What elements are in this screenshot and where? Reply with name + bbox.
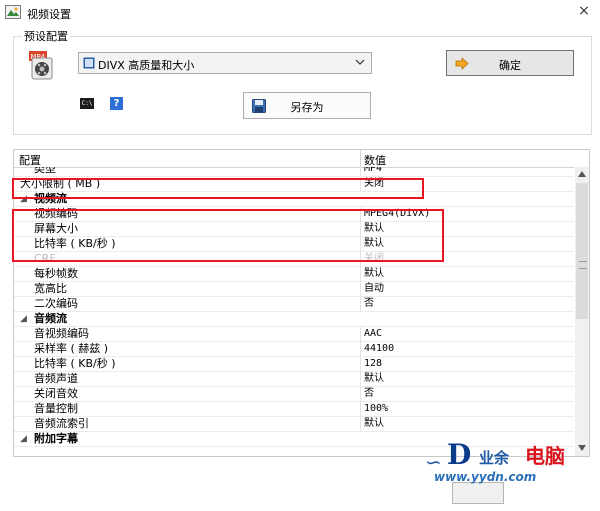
grid-category-audio-stream[interactable]: ◢ 音频流 xyxy=(14,312,574,327)
scroll-up-icon[interactable] xyxy=(577,170,587,178)
grid-row-volume[interactable]: 音量控制 100% xyxy=(14,402,574,417)
category-name: 附加字幕 xyxy=(34,432,78,445)
row-name: 二次编码 xyxy=(34,297,78,310)
scroll-down-icon[interactable] xyxy=(577,444,587,452)
row-name: 音视频编码 xyxy=(34,327,89,340)
row-value: 128 xyxy=(364,358,383,369)
row-value: 否 xyxy=(364,298,374,309)
preset-group-label: 预设配置 xyxy=(22,28,70,44)
highlight-box-video-settings xyxy=(12,209,444,262)
row-column-divider xyxy=(360,372,361,387)
command-line-icon[interactable]: C:\ xyxy=(80,98,94,109)
grid-row-type[interactable]: 类型 MP4 xyxy=(14,167,574,177)
highlight-box-size-limit xyxy=(12,178,424,199)
row-name: 比特率 ( KB/秒 ) xyxy=(34,357,116,370)
grid-row-two-pass[interactable]: 二次编码 否 xyxy=(14,297,574,312)
watermark-site-url: www.yydn.com xyxy=(434,470,537,484)
column-header-config: 配置 xyxy=(19,154,41,167)
chevron-down-icon xyxy=(355,59,365,65)
row-name: 音频声道 xyxy=(34,372,78,385)
row-column-divider xyxy=(360,267,361,282)
row-value: AAC xyxy=(364,328,383,339)
watermark-brand-text: 业余 xyxy=(479,449,510,467)
watermark-brand-red: 电脑 xyxy=(525,444,565,468)
ok-button-label: 确定 xyxy=(499,59,521,72)
row-name: 每秒帧数 xyxy=(34,267,78,280)
row-value: 否 xyxy=(364,388,374,399)
row-column-divider xyxy=(360,167,361,176)
row-name: 音量控制 xyxy=(34,402,78,415)
mp4-file-icon: MP4 xyxy=(29,51,53,80)
grid-row-audio-codec[interactable]: 音视频编码 AAC xyxy=(14,327,574,342)
row-column-divider xyxy=(360,402,361,417)
row-name: 类型 xyxy=(34,167,56,175)
collapse-icon[interactable]: ◢ xyxy=(20,312,27,326)
save-as-button[interactable]: 另存为 xyxy=(243,92,371,119)
collapse-icon[interactable]: ◢ xyxy=(20,432,27,446)
preset-selected-value: DIVX 高质量和大小 xyxy=(98,59,195,72)
row-name: 关闭音效 xyxy=(34,387,78,400)
grid-row-sample-rate[interactable]: 采样率 ( 赫兹 ) 44100 xyxy=(14,342,574,357)
title-bar: 视频设置 × xyxy=(0,0,600,24)
grid-row-fps[interactable]: 每秒帧数 默认 xyxy=(14,267,574,282)
grid-row-aspect-ratio[interactable]: 宽高比 自动 xyxy=(14,282,574,297)
watermark-logo: D xyxy=(447,438,472,471)
grid-row-mute-audio[interactable]: 关闭音效 否 xyxy=(14,387,574,402)
app-icon xyxy=(5,5,21,19)
help-icon[interactable]: ? xyxy=(110,97,123,110)
row-name: 音频流索引 xyxy=(34,417,89,430)
row-column-divider xyxy=(360,417,361,432)
row-column-divider xyxy=(360,357,361,372)
close-icon[interactable]: × xyxy=(576,3,592,19)
grid-row-audio-track-index[interactable]: 音频流索引 默认 xyxy=(14,417,574,432)
row-column-divider xyxy=(360,387,361,402)
header-column-divider xyxy=(360,150,361,167)
row-column-divider xyxy=(360,327,361,342)
film-icon xyxy=(83,57,95,69)
vertical-scrollbar[interactable] xyxy=(575,167,589,456)
save-as-label: 另存为 xyxy=(290,101,324,114)
window-title: 视频设置 xyxy=(27,8,71,21)
scrollbar-thumb[interactable] xyxy=(576,183,588,319)
row-column-divider xyxy=(360,297,361,312)
row-value: 44100 xyxy=(364,343,395,354)
ok-button[interactable]: 确定 xyxy=(446,50,574,76)
partially-hidden-button[interactable] xyxy=(452,482,504,504)
category-name: 音频流 xyxy=(34,312,67,325)
row-column-divider xyxy=(360,342,361,357)
row-value: MP4 xyxy=(364,167,383,174)
row-column-divider xyxy=(360,282,361,297)
preset-dropdown[interactable]: DIVX 高质量和大小 xyxy=(78,52,372,74)
column-header-value: 数值 xyxy=(364,154,386,167)
row-name: 宽高比 xyxy=(34,282,67,295)
grid-row-audio-channels[interactable]: 音频声道 默认 xyxy=(14,372,574,387)
grid-row-audio-bitrate[interactable]: 比特率 ( KB/秒 ) 128 xyxy=(14,357,574,372)
scrollbar-grip xyxy=(579,261,587,269)
row-value: 默认 xyxy=(364,268,384,279)
row-name: 采样率 ( 赫兹 ) xyxy=(34,342,109,355)
row-value: 自动 xyxy=(364,283,384,294)
row-value: 默认 xyxy=(364,373,384,384)
row-value: 100% xyxy=(364,403,389,414)
grid-category-subtitles[interactable]: ◢ 附加字幕 xyxy=(14,432,574,447)
grid-header: 配置 数值 xyxy=(14,150,574,168)
row-value: 默认 xyxy=(364,418,384,429)
